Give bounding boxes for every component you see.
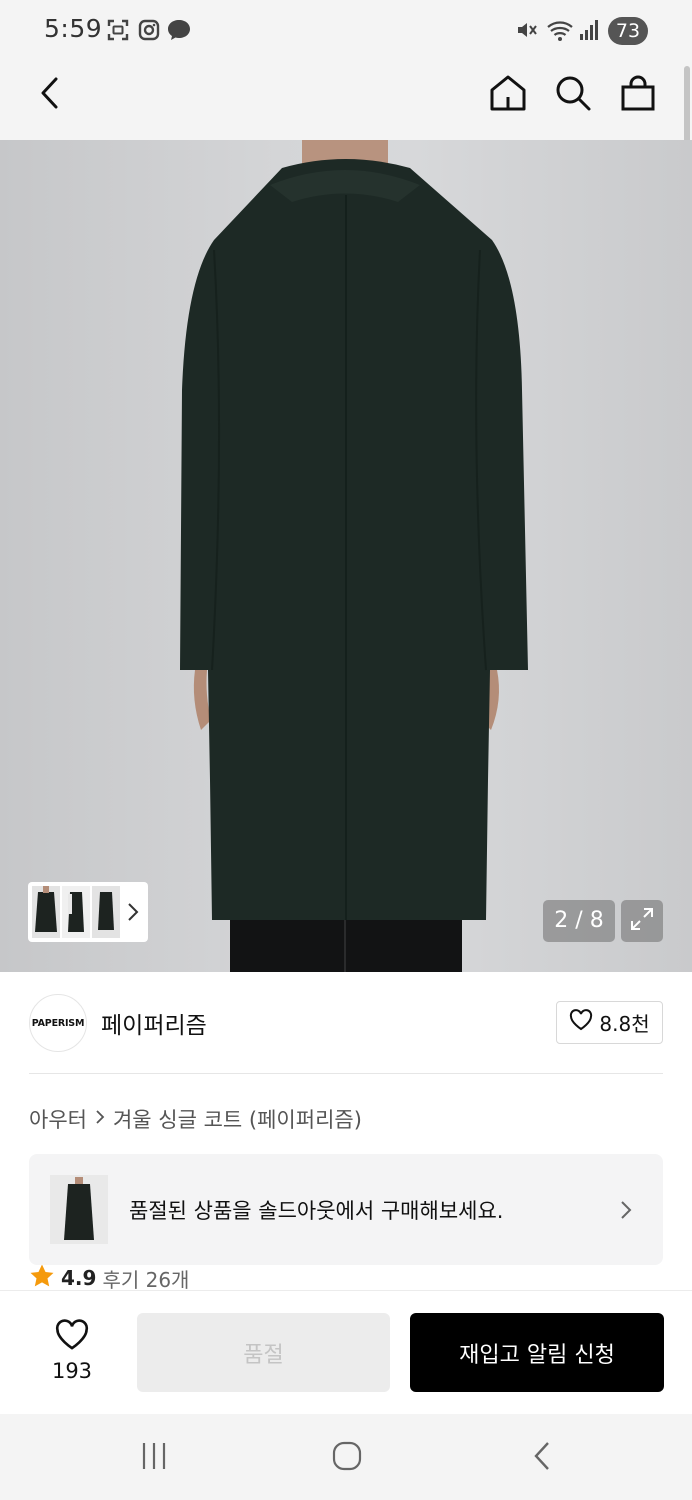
breadcrumb: 아우터 겨울 싱글 코트 (페이퍼리즘) [29, 1104, 362, 1134]
search-button[interactable] [549, 71, 597, 119]
brand-like-count: 8.8천 [599, 1012, 650, 1036]
wishlist-button[interactable]: 193 [32, 1317, 112, 1383]
star-icon [29, 1265, 55, 1291]
banner-product-thumbnail [50, 1175, 108, 1244]
expand-button[interactable] [621, 900, 663, 942]
search-icon [553, 73, 593, 117]
home-button[interactable] [484, 71, 532, 119]
app-header [0, 62, 692, 212]
divider [29, 1073, 663, 1074]
restock-alert-button[interactable]: 재입고 알림 신청 [410, 1313, 664, 1392]
brand-name[interactable]: 페이퍼리즘 [101, 1006, 207, 1040]
brand-like-button[interactable]: 8.8천 [556, 1001, 663, 1044]
product-photo [180, 140, 528, 972]
recent-apps-icon [139, 1441, 169, 1475]
status-bar: 5:59 73 [0, 0, 692, 62]
soldout-banner-text: 품절된 상품을 솔드아웃에서 구매해보세요. [129, 1199, 504, 1223]
image-page-counter: 2 / 8 [543, 900, 615, 942]
chevron-left-icon [38, 76, 62, 114]
soldout-banner[interactable]: 품절된 상품을 솔드아웃에서 구매해보세요. [29, 1154, 663, 1265]
battery-indicator: 73 [608, 17, 648, 45]
review-count: 후기 26개 [102, 1267, 190, 1292]
thumbnail-front[interactable] [32, 886, 60, 938]
rating-row[interactable]: 4.9 후기 26개 [29, 1265, 189, 1291]
recent-apps-button[interactable] [130, 1436, 178, 1480]
brand-logo[interactable]: PAPERISM [29, 994, 87, 1052]
thumbnail-strip[interactable] [28, 882, 148, 942]
mute-icon [515, 18, 539, 46]
instagram-icon [137, 18, 161, 46]
home-circle-icon [331, 1440, 363, 1476]
expand-icon [629, 906, 655, 936]
shopping-bag-icon [618, 73, 658, 117]
wishlist-count: 193 [51, 1359, 93, 1383]
breadcrumb-product: 겨울 싱글 코트 (페이퍼리즘) [112, 1108, 362, 1132]
cart-button[interactable] [614, 71, 662, 119]
back-button[interactable] [26, 71, 74, 119]
product-image-gallery[interactable]: 2 / 8 [0, 140, 692, 972]
chevron-right-icon[interactable] [126, 900, 140, 928]
home-system-button[interactable] [323, 1436, 371, 1480]
heart-icon [54, 1319, 90, 1355]
rating-score: 4.9 [61, 1266, 97, 1290]
status-time: 5:59 [44, 14, 103, 43]
soldout-button: 품절 [137, 1313, 390, 1392]
breadcrumb-category[interactable]: 아우터 [29, 1104, 87, 1134]
heart-icon [569, 1009, 593, 1036]
thumbnail-side[interactable] [62, 886, 90, 938]
thumbnail-back[interactable] [92, 886, 120, 938]
signal-icon [578, 18, 600, 46]
screenshot-icon [106, 18, 130, 46]
chevron-right-icon [619, 1198, 633, 1226]
back-system-button[interactable] [518, 1436, 566, 1480]
chat-bubble-icon [166, 18, 192, 46]
system-navigation-bar [0, 1414, 692, 1500]
wifi-icon [546, 18, 574, 46]
bottom-action-bar: 193 품절 재입고 알림 신청 [0, 1290, 692, 1414]
chevron-right-icon [95, 1107, 105, 1131]
chevron-left-icon [531, 1440, 553, 1476]
home-icon [488, 73, 528, 117]
